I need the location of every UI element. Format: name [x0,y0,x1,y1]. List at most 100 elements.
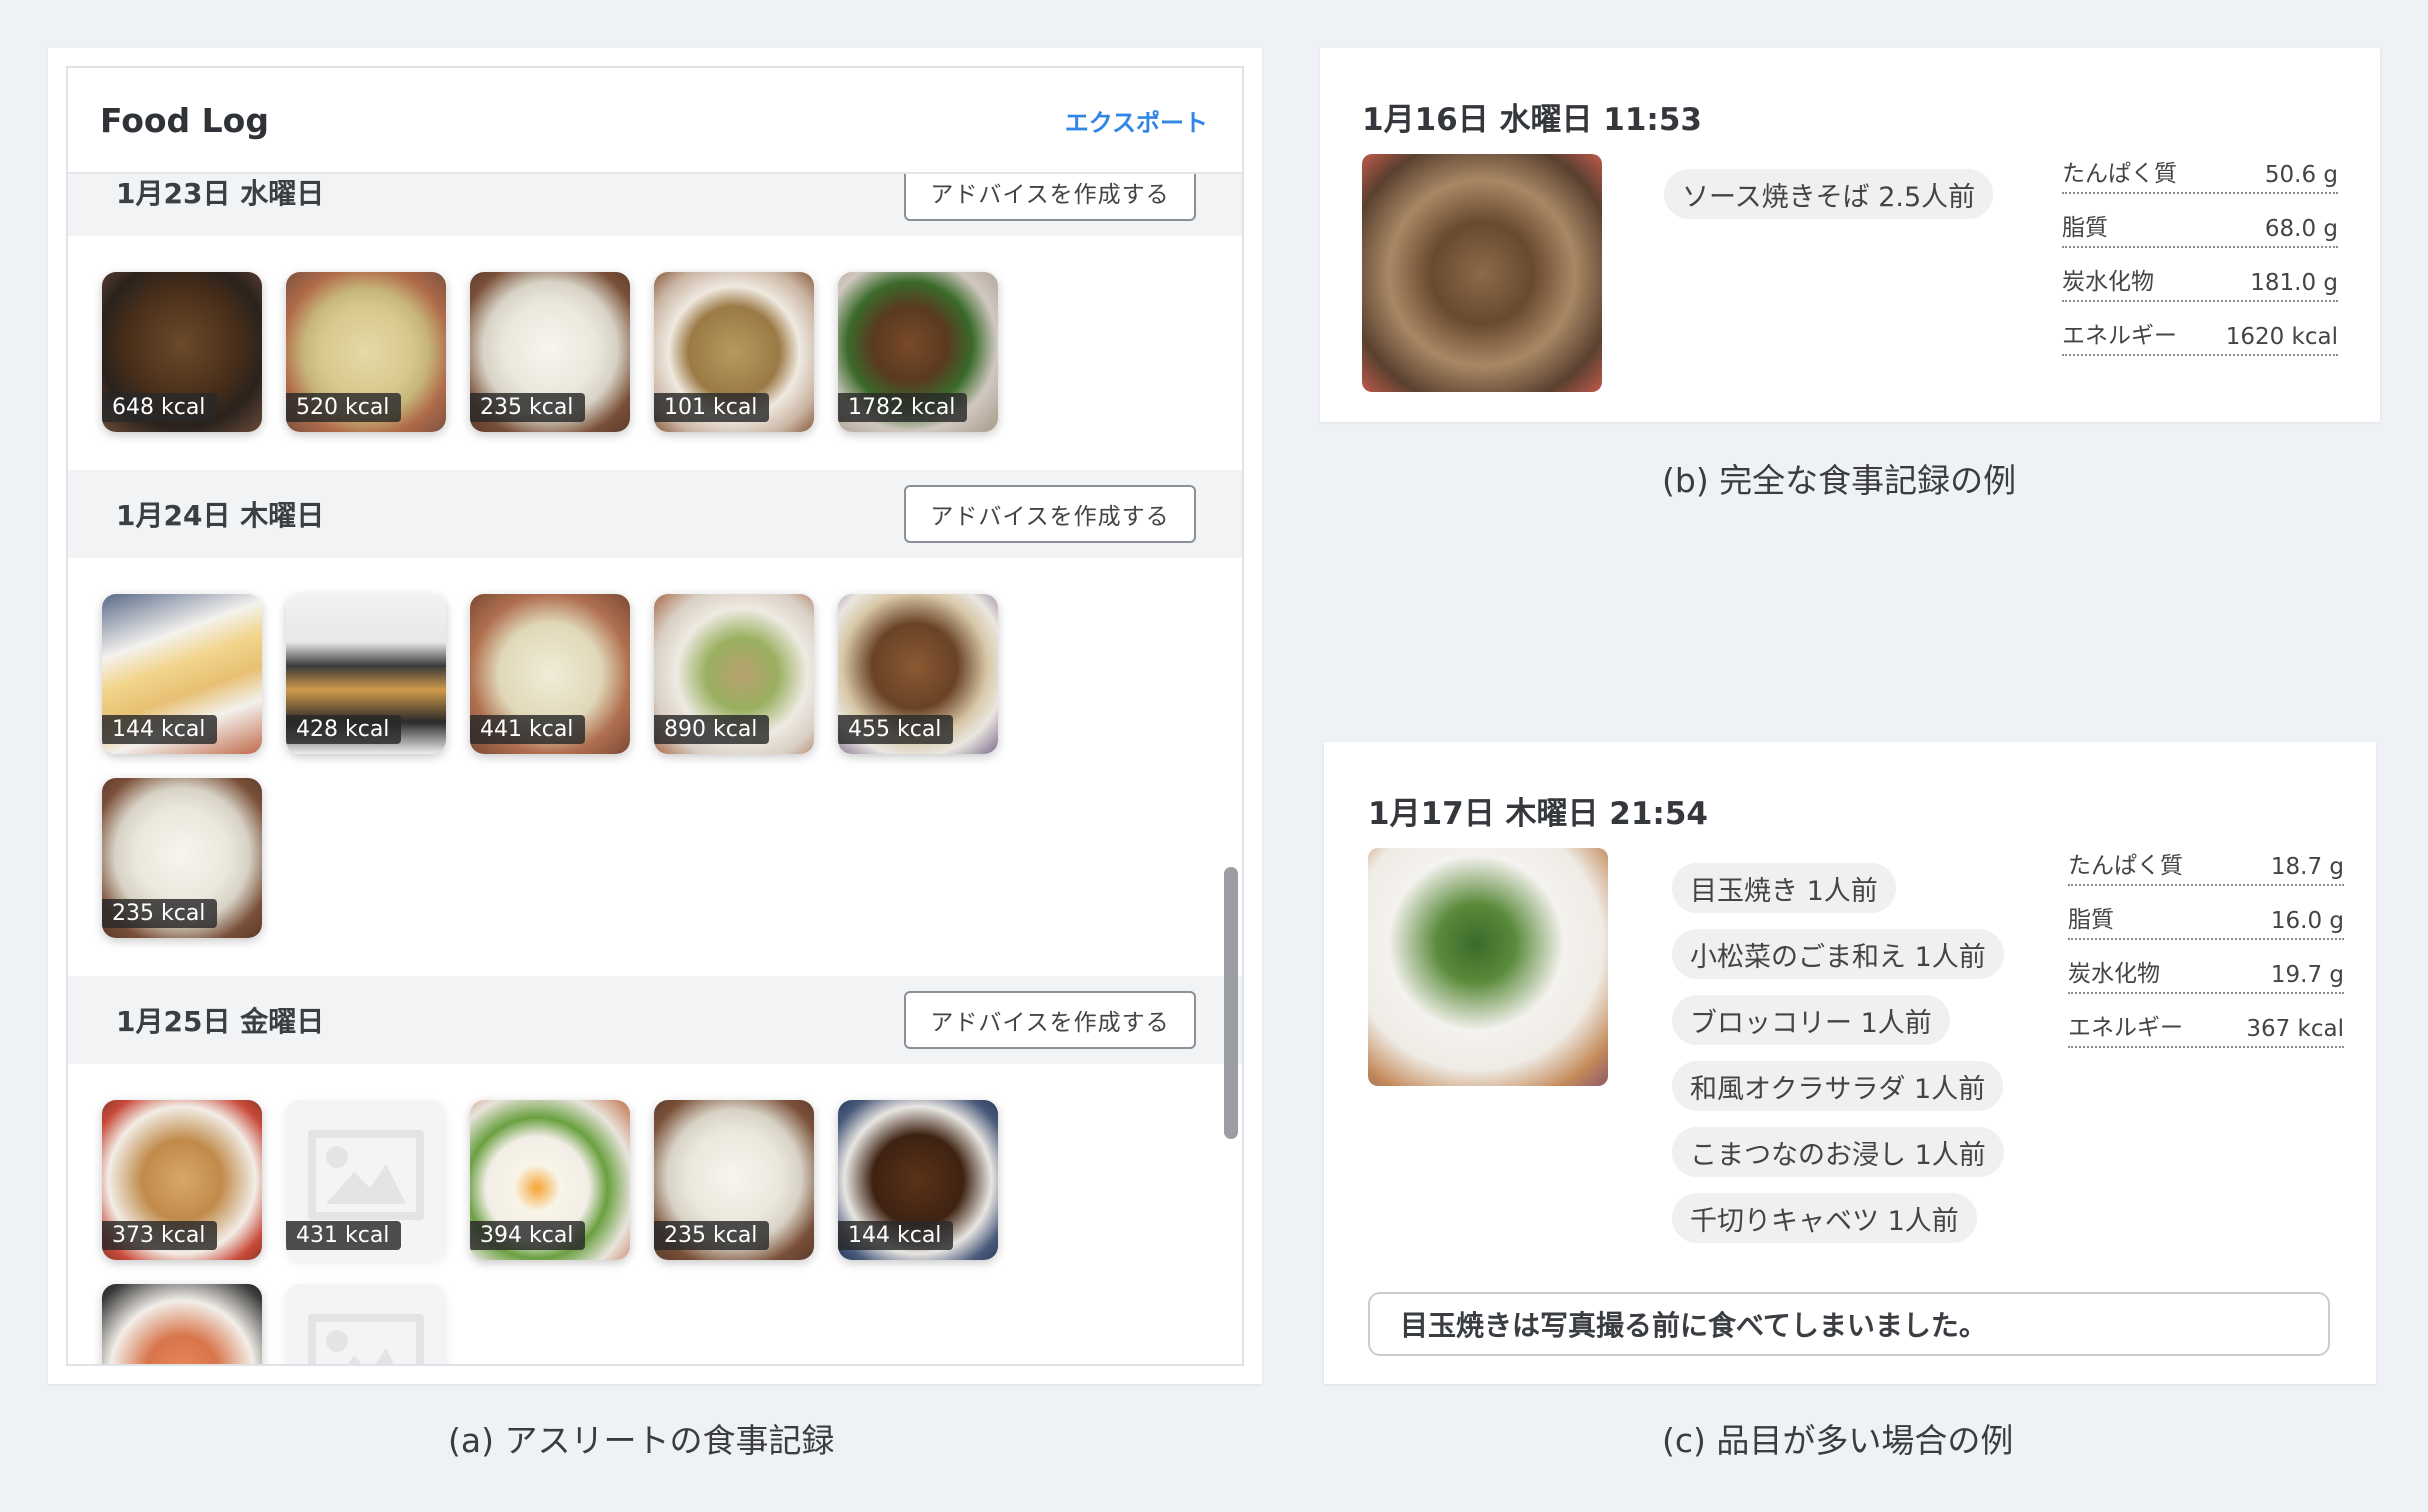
mountain-shape [326,1164,406,1204]
kcal-badge: 144 kcal [102,715,218,744]
meal-detail-many-items: 1月17日 木曜日 21:54 目玉焼き 1人前小松菜のごま和え 1人前 ブロッコ… [1324,742,2376,1384]
nutrition-value: 367 kcal [2246,1016,2344,1042]
image-placeholder-icon [308,1314,424,1364]
meal-thumbnail[interactable]: 1782 kcal [838,272,998,432]
nutrition-row: エネルギー 367 kcal [2068,1008,2344,1048]
food-item-chip[interactable]: 和風オクラサラダ 1人前 [1672,1061,2004,1111]
meal-grid: 648 kcal 520 kcal 235 kcal 101 kcal 1782 kca… [68,236,1218,470]
meal-thumbnail[interactable]: 144 kcal [102,594,262,754]
meal-thumbnail[interactable]: 270 kcal [286,1284,446,1364]
caption-b: (b) 完全な食事記録の例 [1662,461,2017,500]
nutrition-value: 19.7 g [2270,962,2344,988]
day-date: 1月23日 水曜日 [116,177,325,210]
day-date: 1月24日 木曜日 [116,499,325,532]
nutrition-label: 脂質 [2062,215,2108,241]
nutrition-label: たんぱく質 [2068,853,2183,879]
nutrition-value: 68.0 g [2264,216,2338,242]
nutrition-row: 炭水化物 19.7 g [2068,954,2344,994]
kcal-badge: 441 kcal [470,715,586,744]
day-sections: 1月23日 水曜日 アドバイスを作成する 648 kcal 520 kcal 235 k… [68,174,1242,1364]
scrollbar-thumb[interactable] [1224,867,1238,1139]
kcal-badge: 520 kcal [286,393,402,422]
food-item-chip[interactable]: ブロッコリー 1人前 [1672,995,1950,1045]
meal-datetime: 1月17日 木曜日 21:54 [1368,796,1708,832]
caption-a: (a) アスリートの食事記録 [448,1421,835,1460]
meal-thumbnail[interactable]: 431 kcal [286,1100,446,1260]
food-item-chip[interactable]: ソース焼きそば 2.5人前 [1664,169,1994,219]
day-header: 1月23日 水曜日 アドバイスを作成する [68,174,1242,236]
meal-thumbnail[interactable]: 128 kcal [102,1284,262,1364]
nutrition-value: 1620 kcal [2225,324,2338,350]
kcal-badge: 648 kcal [102,393,218,422]
meal-thumbnail[interactable]: 890 kcal [654,594,814,754]
image-placeholder-icon [308,1130,424,1220]
meal-thumbnail[interactable]: 144 kcal [838,1100,998,1260]
meal-thumbnail[interactable]: 648 kcal [102,272,262,432]
page-title: Food Log [100,100,269,140]
kcal-badge: 235 kcal [102,899,218,928]
nutrition-row: 脂質 68.0 g [2062,208,2338,248]
food-item-chip[interactable]: 目玉焼き 1人前 [1672,863,1896,913]
food-log-header: Food Log エクスポート [68,68,1242,174]
nutrition-row: 炭水化物 181.0 g [2062,262,2338,302]
nutrition-value: 50.6 g [2264,162,2338,188]
kcal-badge: 373 kcal [102,1221,218,1250]
meal-thumbnail[interactable]: 428 kcal [286,594,446,754]
nutrition-label: エネルギー [2068,1015,2183,1041]
meal-photo[interactable] [1362,154,1602,392]
nutrition-label: 脂質 [2068,907,2114,933]
meal-thumbnail[interactable]: 441 kcal [470,594,630,754]
meal-thumbnail[interactable]: 394 kcal [470,1100,630,1260]
kcal-badge: 1782 kcal [838,393,968,422]
day-header: 1月25日 金曜日 アドバイスを作成する [68,976,1242,1064]
meal-grid: 144 kcal 428 kcal 441 kcal 890 kcal 455 kcal… [68,558,1218,976]
nutrition-value: 18.7 g [2270,854,2344,880]
meal-thumbnail[interactable]: 235 kcal [470,272,630,432]
food-log-card: Food Log エクスポート 1月23日 水曜日 アドバイスを作成する 648 k… [66,66,1244,1366]
day-date: 1月25日 金曜日 [116,1005,325,1038]
kcal-badge: 890 kcal [654,715,770,744]
meal-thumbnail[interactable]: 373 kcal [102,1100,262,1260]
kcal-badge: 394 kcal [470,1221,586,1250]
nutrition-label: 炭水化物 [2068,961,2160,987]
nutrition-row: エネルギー 1620 kcal [2062,316,2338,356]
kcal-badge: 101 kcal [654,393,770,422]
food-log-list[interactable]: 1月23日 水曜日 アドバイスを作成する 648 kcal 520 kcal 235 k… [68,174,1242,1364]
meal-thumbnail[interactable]: 455 kcal [838,594,998,754]
kcal-badge: 428 kcal [286,715,402,744]
create-advice-button[interactable]: アドバイスを作成する [904,174,1196,221]
food-item-chip[interactable]: こまつなのお浸し 1人前 [1672,1127,2004,1177]
kcal-badge: 431 kcal [286,1221,402,1250]
caption-c: (c) 品目が多い場合の例 [1662,1421,2014,1460]
create-advice-button[interactable]: アドバイスを作成する [904,991,1196,1049]
food-item-chip[interactable]: 千切りキャベツ 1人前 [1672,1193,1977,1243]
kcal-badge: 455 kcal [838,715,954,744]
meal-datetime: 1月16日 水曜日 11:53 [1362,102,1702,138]
food-log-panel: Food Log エクスポート 1月23日 水曜日 アドバイスを作成する 648 k… [48,48,1262,1384]
kcal-badge: 235 kcal [654,1221,770,1250]
export-link[interactable]: エクスポート [1065,103,1208,138]
sun-shape [326,1146,348,1168]
meal-photo[interactable] [1368,848,1608,1086]
sun-shape [326,1330,348,1352]
create-advice-button[interactable]: アドバイスを作成する [904,485,1196,543]
meal-comment[interactable]: 目玉焼きは写真撮る前に食べてしまいました。 [1368,1292,2330,1356]
meal-thumbnail[interactable]: 235 kcal [102,778,262,938]
meal-thumbnail[interactable]: 101 kcal [654,272,814,432]
nutrition-row: たんぱく質 50.6 g [2062,154,2338,194]
nutrition-value: 16.0 g [2270,908,2344,934]
meal-thumbnail[interactable]: 520 kcal [286,272,446,432]
kcal-badge: 235 kcal [470,393,586,422]
nutrition-label: たんぱく質 [2062,161,2177,187]
nutrition-label: 炭水化物 [2062,269,2154,295]
nutrition-row: 脂質 16.0 g [2068,900,2344,940]
food-item-chip[interactable]: 小松菜のごま和え 1人前 [1672,929,2004,979]
nutrition-row: たんぱく質 18.7 g [2068,846,2344,886]
nutrition-value: 181.0 g [2250,270,2338,296]
meal-grid: 373 kcal 431 kcal 394 kcal 235 kcal 144 kcal… [68,1064,1218,1364]
day-header: 1月24日 木曜日 アドバイスを作成する [68,470,1242,558]
nutrition-label: エネルギー [2062,323,2177,349]
kcal-badge: 144 kcal [838,1221,954,1250]
meal-detail-complete: 1月16日 水曜日 11:53 ソース焼きそば 2.5人前 たんぱく質 50.6 … [1320,48,2380,422]
meal-thumbnail[interactable]: 235 kcal [654,1100,814,1260]
